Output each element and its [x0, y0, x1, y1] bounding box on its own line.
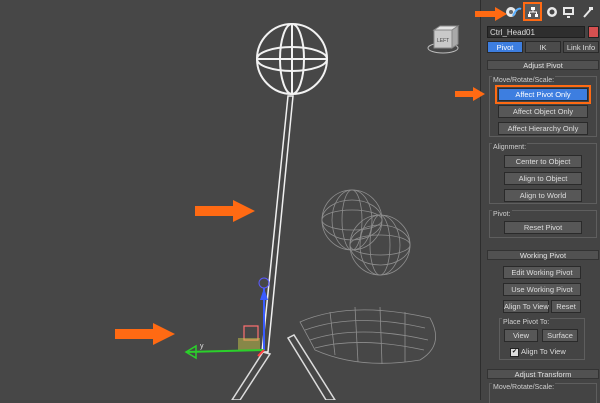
- tab-link-info[interactable]: Link Info: [563, 41, 599, 53]
- object-name-field[interactable]: Ctrl_Head01: [487, 26, 585, 38]
- affect-object-only-button[interactable]: Affect Object Only: [498, 105, 588, 118]
- align-to-world-button[interactable]: Align to World: [504, 189, 582, 202]
- wireframe-eyeballs[interactable]: [321, 189, 411, 276]
- annotation-arrow-bone: [195, 200, 255, 222]
- align-to-view-checkbox-label: Align To View: [521, 347, 566, 356]
- affect-hierarchy-only-button[interactable]: Affect Hierarchy Only: [498, 122, 588, 135]
- viewcube[interactable]: LEFT: [427, 25, 460, 54]
- group-label-place-pivot: Place Pivot To:: [502, 318, 551, 327]
- annotation-arrow-affect-pivot: [455, 87, 485, 101]
- reset-button[interactable]: Reset: [551, 300, 581, 313]
- align-to-object-button[interactable]: Align to Object: [504, 172, 582, 185]
- edit-working-pivot-button[interactable]: Edit Working Pivot: [503, 266, 581, 279]
- pivot-group: Pivot: Reset Pivot: [489, 210, 597, 238]
- tab-pivot[interactable]: Pivot: [487, 41, 523, 53]
- command-panel: Ctrl_Head01 Pivot IK Link Info Adjust Pi…: [455, 0, 600, 403]
- utilities-icon: [582, 6, 593, 18]
- adjust-transform-group: Move/Rotate/Scale:: [489, 383, 597, 403]
- use-working-pivot-button[interactable]: Use Working Pivot: [503, 283, 581, 296]
- motion-icon: [546, 6, 557, 17]
- reset-pivot-button[interactable]: Reset Pivot: [504, 221, 582, 234]
- alignment-group: Alignment: Center to Object Align to Obj…: [489, 143, 597, 204]
- place-pivot-group: Place Pivot To: View Surface ✔ Align To V…: [499, 318, 585, 360]
- surface-button[interactable]: Surface: [542, 329, 578, 342]
- modify-icon: [511, 7, 521, 16]
- display-icon: [563, 6, 574, 18]
- group-label-adjust-transform: Move/Rotate/Scale:: [492, 383, 556, 392]
- hierarchy-tab[interactable]: [523, 2, 542, 21]
- annotation-arrow-gizmo: [115, 323, 175, 345]
- viewcube-face-label: LEFT: [437, 38, 449, 44]
- group-label-alignment: Alignment:: [492, 143, 528, 152]
- neck-bone[interactable]: [261, 95, 294, 353]
- view-button[interactable]: View: [504, 329, 538, 342]
- affect-pivot-only-button[interactable]: Affect Pivot Only: [495, 85, 591, 104]
- modify-tab[interactable]: [509, 4, 524, 19]
- display-tab[interactable]: [561, 4, 576, 19]
- rollout-adjust-pivot[interactable]: Adjust Pivot: [487, 60, 599, 70]
- motion-tab[interactable]: [544, 4, 559, 19]
- checkbox-checked-icon: ✔: [510, 347, 519, 357]
- hierarchy-icon: [527, 6, 538, 17]
- tab-ik[interactable]: IK: [525, 41, 561, 53]
- app-root: y LEFT Ctrl_Head01 Pivot IK Link Info Ad…: [0, 0, 600, 403]
- hierarchy-subtabs: Pivot IK Link Info: [487, 41, 599, 53]
- group-label-pivot: Pivot:: [492, 210, 512, 219]
- command-panel-tabs: [481, 0, 600, 24]
- move-rotate-scale-group: Move/Rotate/Scale: Affect Pivot Only Aff…: [489, 76, 597, 137]
- viewport[interactable]: y LEFT: [0, 0, 480, 400]
- align-to-view-checkbox[interactable]: ✔ Align To View: [510, 347, 566, 357]
- center-to-object-button[interactable]: Center to Object: [504, 155, 582, 168]
- group-label-move: Move/Rotate/Scale:: [492, 76, 556, 85]
- object-color-swatch[interactable]: [588, 26, 599, 38]
- head-control-sphere[interactable]: [256, 23, 328, 95]
- align-to-view-button[interactable]: Align To View: [503, 300, 549, 313]
- rollout-adjust-transform[interactable]: Adjust Transform: [487, 369, 599, 379]
- wireframe-jaw[interactable]: [299, 306, 437, 365]
- rollout-working-pivot[interactable]: Working Pivot: [487, 250, 599, 260]
- utilities-tab[interactable]: [580, 4, 595, 19]
- gizmo-axis-label: y: [200, 343, 204, 350]
- pivot-gizmo[interactable]: y: [184, 277, 270, 360]
